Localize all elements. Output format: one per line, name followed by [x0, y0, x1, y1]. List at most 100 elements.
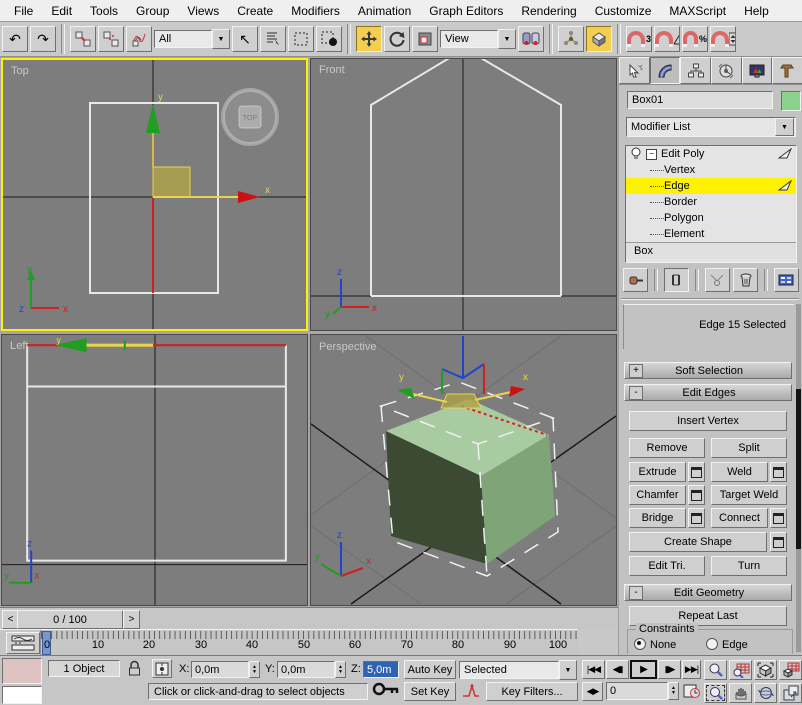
stack-row-edge[interactable]: Edge — [626, 178, 796, 194]
viewport-left[interactable]: y z y x Left — [1, 334, 308, 606]
snaps-toggle-button[interactable] — [586, 26, 612, 52]
dropdown-arrow-icon[interactable]: ▼ — [559, 660, 577, 680]
create-shape-settings-button[interactable] — [770, 532, 787, 552]
menu-item-help[interactable]: Help — [736, 2, 777, 20]
z-coord-field[interactable]: 5,0m — [363, 661, 399, 678]
menu-item-customize[interactable]: Customize — [587, 2, 660, 20]
stack-row-border[interactable]: Border — [626, 194, 796, 210]
chamfer-button[interactable]: Chamfer — [629, 485, 686, 505]
reference-coordinate-dropdown[interactable]: View ▼ — [440, 29, 516, 49]
move-gizmo-perspective[interactable]: y x — [397, 336, 528, 408]
make-unique-button[interactable] — [705, 268, 730, 292]
target-weld-button[interactable]: Target Weld — [711, 485, 787, 505]
collapse-box-icon[interactable]: − — [646, 149, 657, 160]
x-coord-field[interactable]: 0,0m — [191, 661, 249, 678]
rectangular-selection-button[interactable] — [288, 26, 314, 52]
maximize-viewport-toggle[interactable] — [779, 683, 802, 703]
use-pivot-center-button[interactable] — [518, 26, 544, 52]
menu-item-create[interactable]: Create — [229, 2, 281, 20]
maxscript-mini-listener-pink[interactable] — [2, 658, 42, 684]
redo-button[interactable]: ↷ — [30, 26, 56, 52]
zoom-button[interactable] — [704, 660, 727, 680]
region-zoom-button[interactable] — [704, 683, 727, 703]
turn-button[interactable]: Turn — [711, 556, 787, 576]
insert-vertex-button[interactable]: Insert Vertex — [629, 411, 787, 431]
absolute-mode-toggle[interactable] — [152, 659, 172, 678]
chamfer-settings-button[interactable] — [688, 485, 705, 505]
create-shape-button[interactable]: Create Shape — [629, 532, 767, 552]
connect-settings-button[interactable] — [770, 508, 787, 528]
panel-scrollbar[interactable] — [796, 304, 801, 652]
current-frame-field[interactable]: 0 — [606, 682, 668, 700]
remove-modifier-button[interactable] — [733, 268, 758, 292]
extrude-settings-button[interactable] — [688, 462, 705, 482]
tab-utilities[interactable] — [772, 57, 802, 84]
set-key-lock[interactable] — [372, 680, 400, 701]
zoom-extents-button[interactable] — [754, 660, 777, 680]
select-and-rotate-button[interactable] — [384, 26, 410, 52]
select-by-name-button[interactable] — [260, 26, 286, 52]
object-color-swatch[interactable] — [781, 91, 801, 111]
time-slider-thumb[interactable]: 0 / 100 — [17, 610, 123, 629]
pan-button[interactable] — [729, 683, 752, 703]
key-mode-toggle-button[interactable]: ◀▶ — [582, 682, 603, 701]
y-coord-field[interactable]: 0,0m — [277, 661, 335, 678]
stack-row-polygon[interactable]: Polygon — [626, 210, 796, 226]
show-end-result-button[interactable] — [664, 268, 689, 292]
spinner-snap-button[interactable] — [710, 26, 736, 52]
configure-modifier-sets-button[interactable] — [774, 268, 799, 292]
tab-modify[interactable] — [650, 57, 681, 84]
menu-item-graph-editors[interactable]: Graph Editors — [421, 2, 511, 20]
rollout-edit-edges[interactable]: - Edit Edges — [624, 384, 792, 401]
object-name-field[interactable]: Box01 — [627, 91, 773, 109]
undo-button[interactable]: ↶ — [2, 26, 28, 52]
constraint-edge-radio[interactable]: Edge — [706, 638, 748, 651]
dropdown-arrow-icon[interactable]: ▼ — [212, 29, 230, 49]
stack-row-box[interactable]: Box — [626, 242, 796, 259]
rollout-edit-geometry[interactable]: - Edit Geometry — [624, 584, 792, 601]
viewport-perspective[interactable]: y x z y x Perspective — [310, 334, 617, 606]
angle-snap-button[interactable] — [654, 26, 680, 52]
maxscript-mini-listener-white[interactable] — [2, 686, 42, 704]
select-and-scale-button[interactable] — [412, 26, 438, 52]
menu-item-views[interactable]: Views — [179, 2, 227, 20]
play-button[interactable]: ▶ — [630, 660, 657, 679]
selection-filter-dropdown[interactable]: All ▼ — [154, 29, 230, 49]
menu-item-animation[interactable]: Animation — [350, 2, 419, 20]
menu-item-edit[interactable]: Edit — [43, 2, 80, 20]
menu-item-group[interactable]: Group — [128, 2, 177, 20]
edit-tri-button[interactable]: Edit Tri. — [629, 556, 705, 576]
connect-button[interactable]: Connect — [711, 508, 768, 528]
previous-frame-button[interactable]: ◀▮ — [606, 660, 629, 679]
auto-key-button[interactable]: Auto Key — [404, 660, 456, 679]
tab-display[interactable] — [742, 57, 773, 84]
pin-stack-button[interactable] — [623, 268, 648, 292]
time-configuration-button[interactable] — [683, 682, 700, 702]
split-button[interactable]: Split — [711, 438, 787, 458]
menu-item-tools[interactable]: Tools — [82, 2, 126, 20]
select-and-move-button[interactable] — [356, 26, 382, 52]
extrude-button[interactable]: Extrude — [629, 462, 686, 482]
viewport-top[interactable]: TOP y x y z x — [1, 58, 308, 331]
zoom-all-button[interactable] — [729, 660, 752, 680]
rollout-soft-selection[interactable]: + Soft Selection — [624, 362, 792, 379]
next-frame-arrow[interactable]: > — [123, 610, 140, 629]
unlink-selection-button[interactable] — [98, 26, 124, 52]
snap-toggle-3d-button[interactable]: 3 — [626, 26, 652, 52]
menu-item-rendering[interactable]: Rendering — [513, 2, 584, 20]
y-spinner[interactable]: ▲▼ — [335, 661, 346, 678]
go-to-start-button[interactable]: |◀◀ — [582, 660, 605, 679]
tab-hierarchy[interactable] — [680, 57, 711, 84]
selection-lock-toggle[interactable] — [127, 660, 142, 680]
stack-row-element[interactable]: Element — [626, 226, 796, 242]
set-key-button[interactable]: Set Key — [404, 682, 456, 701]
viewport-front[interactable]: z y x Front — [310, 58, 617, 331]
selection-set-dropdown[interactable]: Selected ▼ — [459, 660, 577, 680]
stack-row-vertex[interactable]: Vertex — [626, 162, 796, 178]
key-filters-button[interactable]: Key Filters... — [486, 682, 578, 701]
tab-create[interactable] — [619, 57, 650, 84]
go-to-end-button[interactable]: ▶▶| — [682, 660, 701, 679]
weld-settings-button[interactable] — [770, 462, 787, 482]
track-bar[interactable]: 0 10 20 30 40 50 60 70 80 90 100 — [0, 629, 578, 655]
select-and-link-button[interactable] — [70, 26, 96, 52]
